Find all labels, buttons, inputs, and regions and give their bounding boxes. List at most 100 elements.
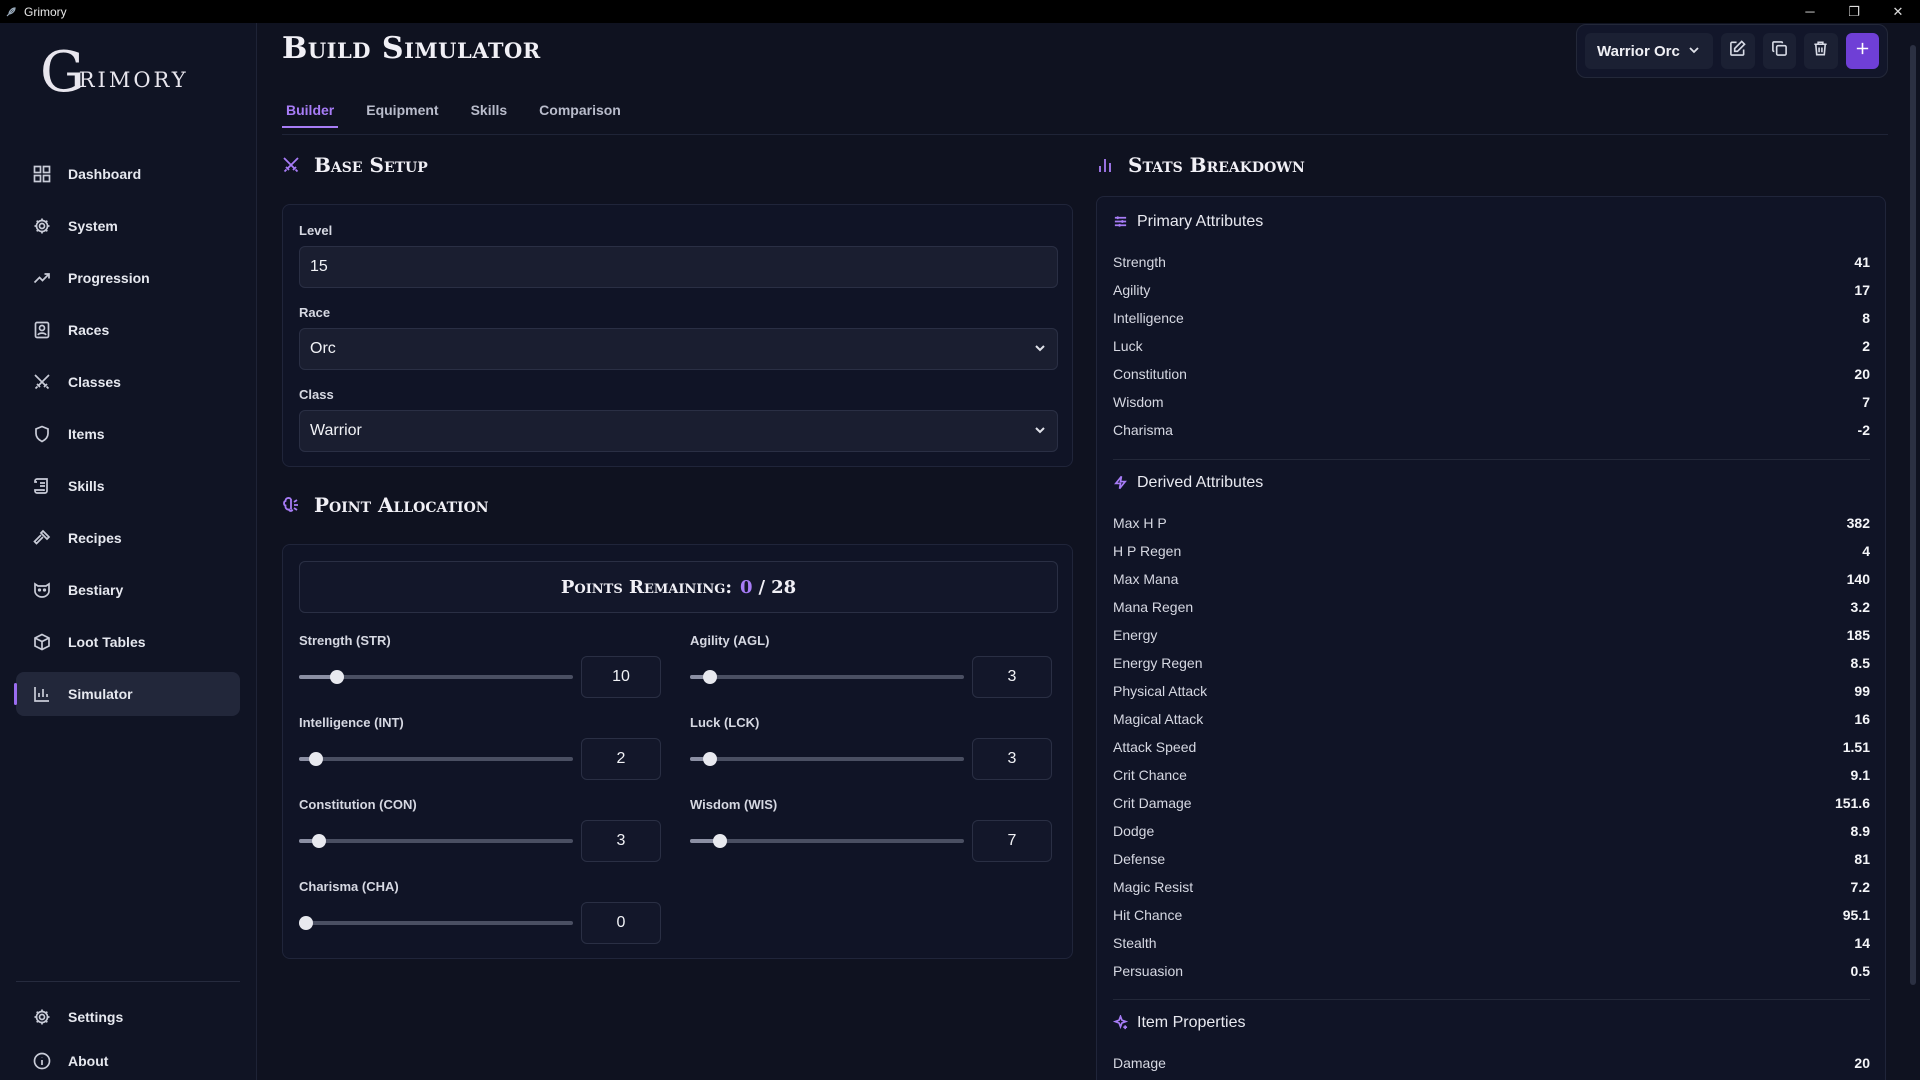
stat-name: Energy bbox=[1113, 627, 1158, 643]
item-properties-label: Item Properties bbox=[1137, 1014, 1246, 1031]
sidebar-item-label: About bbox=[68, 1053, 109, 1069]
sidebar-item-races[interactable]: Races bbox=[16, 308, 240, 352]
shield-icon bbox=[32, 424, 52, 444]
race-select[interactable]: Orc bbox=[299, 328, 1058, 370]
sidebar-item-progression[interactable]: Progression bbox=[16, 256, 240, 300]
stat-row: Damage 20 bbox=[1113, 1055, 1870, 1080]
sidebar-item-classes[interactable]: Classes bbox=[16, 360, 240, 404]
page-scrollbar[interactable] bbox=[1910, 23, 1916, 988]
points-remaining: Points Remaining: 0 / 28 bbox=[299, 561, 1058, 613]
stat-name: Damage bbox=[1113, 1055, 1166, 1071]
stat-name: Constitution bbox=[1113, 366, 1187, 382]
slider-thumb[interactable] bbox=[713, 834, 728, 848]
agility-value[interactable]: 3 bbox=[972, 656, 1052, 698]
stat-name: Intelligence bbox=[1113, 310, 1184, 326]
stat-value: 140 bbox=[1846, 571, 1870, 587]
stat-name: Wisdom bbox=[1113, 394, 1164, 410]
wisdom-value[interactable]: 7 bbox=[972, 820, 1052, 862]
slider-thumb[interactable] bbox=[312, 834, 326, 848]
luck-slider[interactable] bbox=[690, 752, 964, 766]
sidebar-item-label: Recipes bbox=[68, 530, 122, 546]
strength-slider[interactable] bbox=[299, 670, 573, 684]
window-controls: ─ ❐ ✕ bbox=[1788, 0, 1920, 23]
sidebar-item-bestiary[interactable]: Bestiary bbox=[16, 568, 240, 612]
slider-thumb[interactable] bbox=[330, 670, 345, 684]
wisdom-slider[interactable] bbox=[690, 834, 964, 848]
agility-slider[interactable] bbox=[690, 670, 964, 684]
charisma-slider[interactable] bbox=[299, 916, 573, 930]
slider-thumb[interactable] bbox=[299, 916, 313, 930]
gear-icon bbox=[32, 1007, 52, 1027]
sidebar-item-system[interactable]: System bbox=[16, 204, 240, 248]
stat-value: 2 bbox=[1862, 338, 1870, 354]
level-input[interactable]: 15 bbox=[299, 246, 1058, 288]
stat-name: Hit Chance bbox=[1113, 907, 1183, 923]
stat-row: Crit Chance 9.1 bbox=[1113, 767, 1870, 795]
sidebar-item-settings[interactable]: Settings bbox=[16, 998, 240, 1036]
close-button[interactable]: ✕ bbox=[1876, 0, 1920, 23]
tab-equipment[interactable]: Equipment bbox=[362, 97, 442, 128]
edit-icon bbox=[1729, 40, 1747, 62]
strength-value[interactable]: 10 bbox=[581, 656, 661, 698]
intelligence-slider[interactable] bbox=[299, 752, 573, 766]
stat-row: Max Mana 140 bbox=[1113, 571, 1870, 599]
slider-track bbox=[299, 839, 573, 843]
page-title: Build Simulator bbox=[282, 31, 541, 66]
stat-value: 4 bbox=[1862, 543, 1870, 559]
slider-thumb[interactable] bbox=[309, 752, 324, 766]
stat-row: Stealth 14 bbox=[1113, 935, 1870, 963]
stat-value: 7 bbox=[1862, 394, 1870, 410]
class-select[interactable]: Warrior bbox=[299, 410, 1058, 452]
simulator-tabs: Builder Equipment Skills Comparison bbox=[282, 97, 649, 128]
luck-value[interactable]: 3 bbox=[972, 738, 1052, 780]
sidebar-item-items[interactable]: Items bbox=[16, 412, 240, 456]
stat-value: 1.51 bbox=[1842, 739, 1870, 755]
restore-button[interactable]: ❐ bbox=[1832, 0, 1876, 23]
tab-comparison[interactable]: Comparison bbox=[535, 97, 625, 128]
minimize-button[interactable]: ─ bbox=[1788, 0, 1832, 23]
stat-name: Crit Chance bbox=[1113, 767, 1187, 783]
main-content: Build Simulator Warrior Orc Builder Equi… bbox=[258, 23, 1908, 1080]
sidebar-item-simulator[interactable]: Simulator bbox=[14, 672, 240, 716]
sidebar-item-skills[interactable]: Skills bbox=[16, 464, 240, 508]
stat-row: Max H P 382 bbox=[1113, 515, 1870, 543]
stat-row: Energy 185 bbox=[1113, 627, 1870, 655]
scrollbar-thumb[interactable] bbox=[1910, 45, 1916, 985]
stat-row: Attack Speed 1.51 bbox=[1113, 739, 1870, 767]
tab-builder[interactable]: Builder bbox=[282, 97, 339, 128]
luck-label: Luck (LCK) bbox=[690, 715, 760, 730]
race-value: Orc bbox=[310, 340, 336, 357]
sidebar-item-about[interactable]: About bbox=[16, 1042, 240, 1080]
constitution-value[interactable]: 3 bbox=[581, 820, 661, 862]
slider-fill bbox=[299, 675, 332, 679]
stat-row: Constitution 20 bbox=[1113, 366, 1870, 394]
stat-row: Strength 41 bbox=[1113, 254, 1870, 282]
delete-build-button[interactable] bbox=[1804, 33, 1838, 69]
tab-skills[interactable]: Skills bbox=[467, 97, 512, 128]
stat-value: 99 bbox=[1854, 683, 1870, 699]
lightning-icon bbox=[1113, 475, 1129, 491]
duplicate-build-button[interactable] bbox=[1762, 33, 1797, 69]
sidebar-item-dashboard[interactable]: Dashboard bbox=[16, 152, 240, 196]
stat-name: Max Mana bbox=[1113, 571, 1179, 587]
build-selector[interactable]: Warrior Orc bbox=[1585, 33, 1714, 69]
stat-value: 16 bbox=[1854, 711, 1870, 727]
derived-attributes-title: Derived Attributes bbox=[1113, 474, 1263, 492]
new-build-button[interactable] bbox=[1845, 33, 1879, 69]
sidebar-item-loot-tables[interactable]: Loot Tables bbox=[16, 620, 240, 664]
derived-attributes-label: Derived Attributes bbox=[1137, 474, 1264, 491]
stat-row: Wisdom 7 bbox=[1113, 394, 1870, 422]
chevron-down-icon bbox=[1688, 44, 1700, 59]
crossed-swords-icon bbox=[32, 372, 52, 392]
slider-thumb[interactable] bbox=[703, 670, 717, 684]
charisma-value[interactable]: 0 bbox=[581, 902, 661, 944]
sidebar-item-recipes[interactable]: Recipes bbox=[16, 516, 240, 560]
intelligence-value[interactable]: 2 bbox=[581, 738, 661, 780]
constitution-slider[interactable] bbox=[299, 834, 573, 848]
dashboard-icon bbox=[32, 164, 52, 184]
sliders-icon bbox=[1113, 214, 1129, 230]
slider-thumb[interactable] bbox=[703, 752, 717, 766]
intelligence-label: Intelligence (INT) bbox=[299, 715, 404, 730]
contact-card-icon bbox=[32, 320, 52, 340]
edit-build-button[interactable] bbox=[1721, 33, 1755, 69]
